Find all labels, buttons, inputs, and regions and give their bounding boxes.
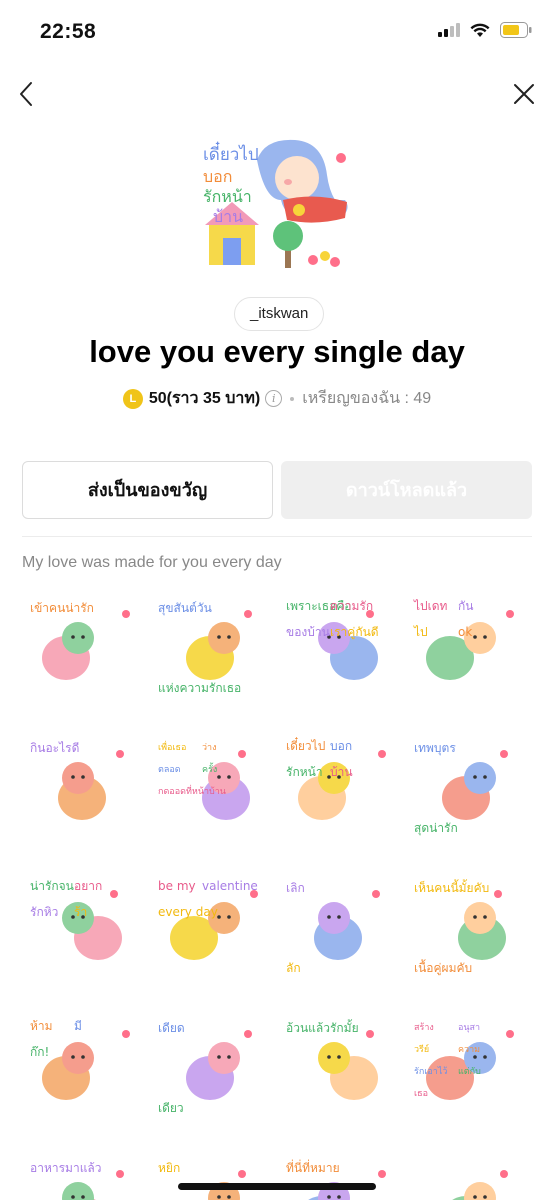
sticker-text: ห้าม bbox=[30, 1019, 53, 1033]
back-button[interactable] bbox=[12, 78, 44, 110]
home-indicator bbox=[178, 1183, 376, 1190]
sticker-text: ไป bbox=[413, 625, 428, 639]
sticker-tired-pig[interactable]: ที่นี่ที่หมายหายชีวิต bbox=[282, 1156, 400, 1200]
close-icon bbox=[514, 84, 534, 104]
nav-bar bbox=[0, 70, 554, 120]
sticker-text: ไปเดท bbox=[413, 599, 448, 613]
dot-separator bbox=[290, 396, 295, 401]
sticker-text: ตลอด bbox=[158, 765, 181, 775]
sticker-text: รักเอาไว้ bbox=[414, 1066, 447, 1077]
sticker-come-home-love[interactable]: เดี๋ยวไป บอกรักหน้า บ้าน bbox=[282, 736, 400, 836]
sticker-go-date[interactable]: ไปเดท กันไป ok bbox=[410, 596, 528, 696]
action-buttons: ส่งเป็นของขวัญ ดาวน์โหลดแล้ว bbox=[22, 461, 532, 519]
price-row: L 50(ราว 35 บาท) i เหรียญของฉัน : 49 bbox=[0, 386, 554, 411]
sticker-text: อาหารมาแล้ว bbox=[30, 1161, 102, 1175]
sticker-tree-date[interactable]: เดียดเดียว bbox=[154, 1016, 272, 1116]
status-time: 22:58 bbox=[40, 20, 97, 43]
sticker-text: valentine bbox=[202, 879, 258, 893]
close-button[interactable] bbox=[508, 78, 540, 110]
sticker-text: อนุสา bbox=[458, 1023, 480, 1033]
sticker-text: สร้าง bbox=[414, 1022, 434, 1033]
divider bbox=[22, 536, 532, 537]
sticker-text: เดียว bbox=[158, 1101, 184, 1115]
sticker-free-for-you[interactable]: เพื่อเธอ ว่าง ตลอด ครั้ง กดออดที่หน้าบ้าน bbox=[154, 736, 272, 836]
sticker-text: สุดน่ารัก bbox=[414, 821, 458, 836]
sticker-text: กัน bbox=[458, 599, 473, 613]
sticker-heart-bear[interactable]: เห็นคนนี้มั้ยคับเนื้อคู่ผมคับ bbox=[410, 876, 528, 976]
sticker-text: วรีย์ bbox=[414, 1043, 429, 1055]
sticker-text: ของบ้าน bbox=[286, 625, 330, 639]
sticker-text: ความรัก bbox=[330, 599, 373, 613]
sticker-text: รักหิว bbox=[30, 905, 58, 919]
sticker-text: เนื้อคู่ผมคับ bbox=[414, 959, 472, 976]
sticker-text: ร้า bbox=[74, 905, 87, 919]
sticker-text: ครั้ง bbox=[202, 762, 217, 775]
sticker-text: ความ bbox=[458, 1045, 480, 1055]
author-chip[interactable]: _itskwan bbox=[234, 297, 325, 331]
main-sticker-text-2: บอก bbox=[203, 167, 232, 186]
sticker-bunny-hearts[interactable]: หยิกแก้ม bbox=[154, 1156, 272, 1200]
sticker-text: every day bbox=[158, 905, 218, 919]
status-icons bbox=[438, 22, 532, 38]
sticker-text: เดี๋ยวไป bbox=[286, 736, 325, 753]
sticker-text: เข้าคนน่ารัก bbox=[30, 601, 94, 615]
sticker-text: เลิก bbox=[286, 881, 305, 895]
main-sticker-text-3: รักหน้า bbox=[203, 187, 252, 206]
sticker-text: ลัก bbox=[286, 961, 301, 975]
sticker-food-party[interactable]: อาหารมาแล้ว bbox=[26, 1156, 144, 1200]
sticker-rainbow-bear[interactable]: เพราะเธอคือ ความรัก ของบ้าน เราคู่กันดี bbox=[282, 596, 400, 696]
sticker-text: แห่งความรักเธอ bbox=[158, 681, 241, 695]
sticker-sun-love[interactable]: สร้าง อนุสาวรีย์ ความรักเอาไว้ แต่กับเธอ bbox=[410, 1016, 528, 1116]
sticker-text: แต่กับ bbox=[458, 1067, 481, 1077]
sticker-text: เดียด bbox=[158, 1021, 185, 1035]
sticker-text: be my bbox=[158, 879, 196, 893]
pack-description: My love was made for you every day bbox=[22, 554, 282, 571]
downloaded-button: ดาวน์โหลดแล้ว bbox=[281, 461, 532, 519]
sticker-text: รักหน้า bbox=[286, 765, 323, 779]
wifi-icon bbox=[470, 23, 490, 37]
sticker-window-girl[interactable]: เข้าคนน่ารัก bbox=[26, 596, 144, 696]
price-label: 50(ราว 35 บาท) bbox=[148, 390, 261, 407]
status-bar: 22:58 bbox=[0, 0, 554, 64]
sticker-chubby-pig[interactable]: อ้วนแล้วรักมั้ย bbox=[282, 1016, 400, 1116]
sticker-text: เพื่อเธอ bbox=[158, 740, 186, 753]
send-gift-button[interactable]: ส่งเป็นของขวัญ bbox=[22, 461, 273, 519]
sticker-text: อ้วนแล้วรักมั้ย bbox=[286, 1019, 359, 1035]
sticker-bunny-rainbow[interactable]: น่ารักจน อยากรักหิว ร้า bbox=[26, 876, 144, 976]
sticker-text: กินอะไรดี bbox=[30, 741, 79, 755]
sticker-text: น่ารักจน bbox=[30, 879, 74, 893]
sticker-text: เธอ bbox=[414, 1089, 428, 1099]
sticker-cat-butterfly[interactable] bbox=[410, 1156, 528, 1200]
sticker-bear-bunny-valentine[interactable]: สุขสันต์วันแห่งความรักเธอ bbox=[154, 596, 272, 696]
chevron-left-icon bbox=[20, 82, 32, 106]
sticker-text: มี bbox=[74, 1019, 82, 1033]
sticker-bunny-sun[interactable]: เลิกลัก bbox=[282, 876, 400, 976]
sticker-eat-what[interactable]: กินอะไรดี bbox=[26, 736, 144, 836]
main-sticker-text-4: บ้าน bbox=[213, 207, 243, 226]
main-sticker-text-1: เดี๋ยวไป bbox=[203, 141, 259, 165]
main-sticker-image: เดี๋ยวไป บอก รักหน้า บ้าน bbox=[195, 130, 357, 280]
battery-icon bbox=[500, 22, 532, 38]
sticker-be-my-valentine[interactable]: be my valentine every day bbox=[154, 876, 272, 976]
sticker-text: บ้าน bbox=[330, 765, 353, 779]
sticker-cupid-couple[interactable]: เทพบุตรสุดน่ารัก bbox=[410, 736, 528, 836]
cellular-signal-icon bbox=[438, 23, 460, 37]
sticker-grid: เข้าคนน่ารัก สุขสันต์วัน แห่งความรักเธอ เพร… bbox=[22, 590, 532, 1200]
sticker-text: สุขสันต์วัน bbox=[158, 601, 212, 616]
sticker-text: เห็นคนนี้มั้ยคับ bbox=[414, 879, 489, 895]
sticker-text: ว่าง bbox=[202, 743, 217, 753]
coin-icon: L bbox=[122, 388, 143, 409]
info-icon[interactable]: i bbox=[265, 390, 283, 407]
sticker-text: ที่นี่ที่หมาย bbox=[286, 1159, 340, 1175]
sticker-text: เทพบุตร bbox=[414, 741, 456, 756]
sticker-text: บอก bbox=[330, 739, 352, 753]
sticker-text: ก๊ก! bbox=[30, 1045, 49, 1059]
sticker-text: อยาก bbox=[74, 879, 102, 893]
pack-title: love you every single day bbox=[89, 334, 465, 369]
sticker-text: เราคู่กันดี bbox=[330, 625, 379, 640]
sticker-dont-cry[interactable]: ห้าม มีก๊ก! bbox=[26, 1016, 144, 1116]
my-coins-label: เหรียญของฉัน : 49 bbox=[302, 390, 432, 407]
sticker-text: หยิก bbox=[158, 1161, 180, 1175]
sticker-text: ok bbox=[458, 625, 472, 639]
